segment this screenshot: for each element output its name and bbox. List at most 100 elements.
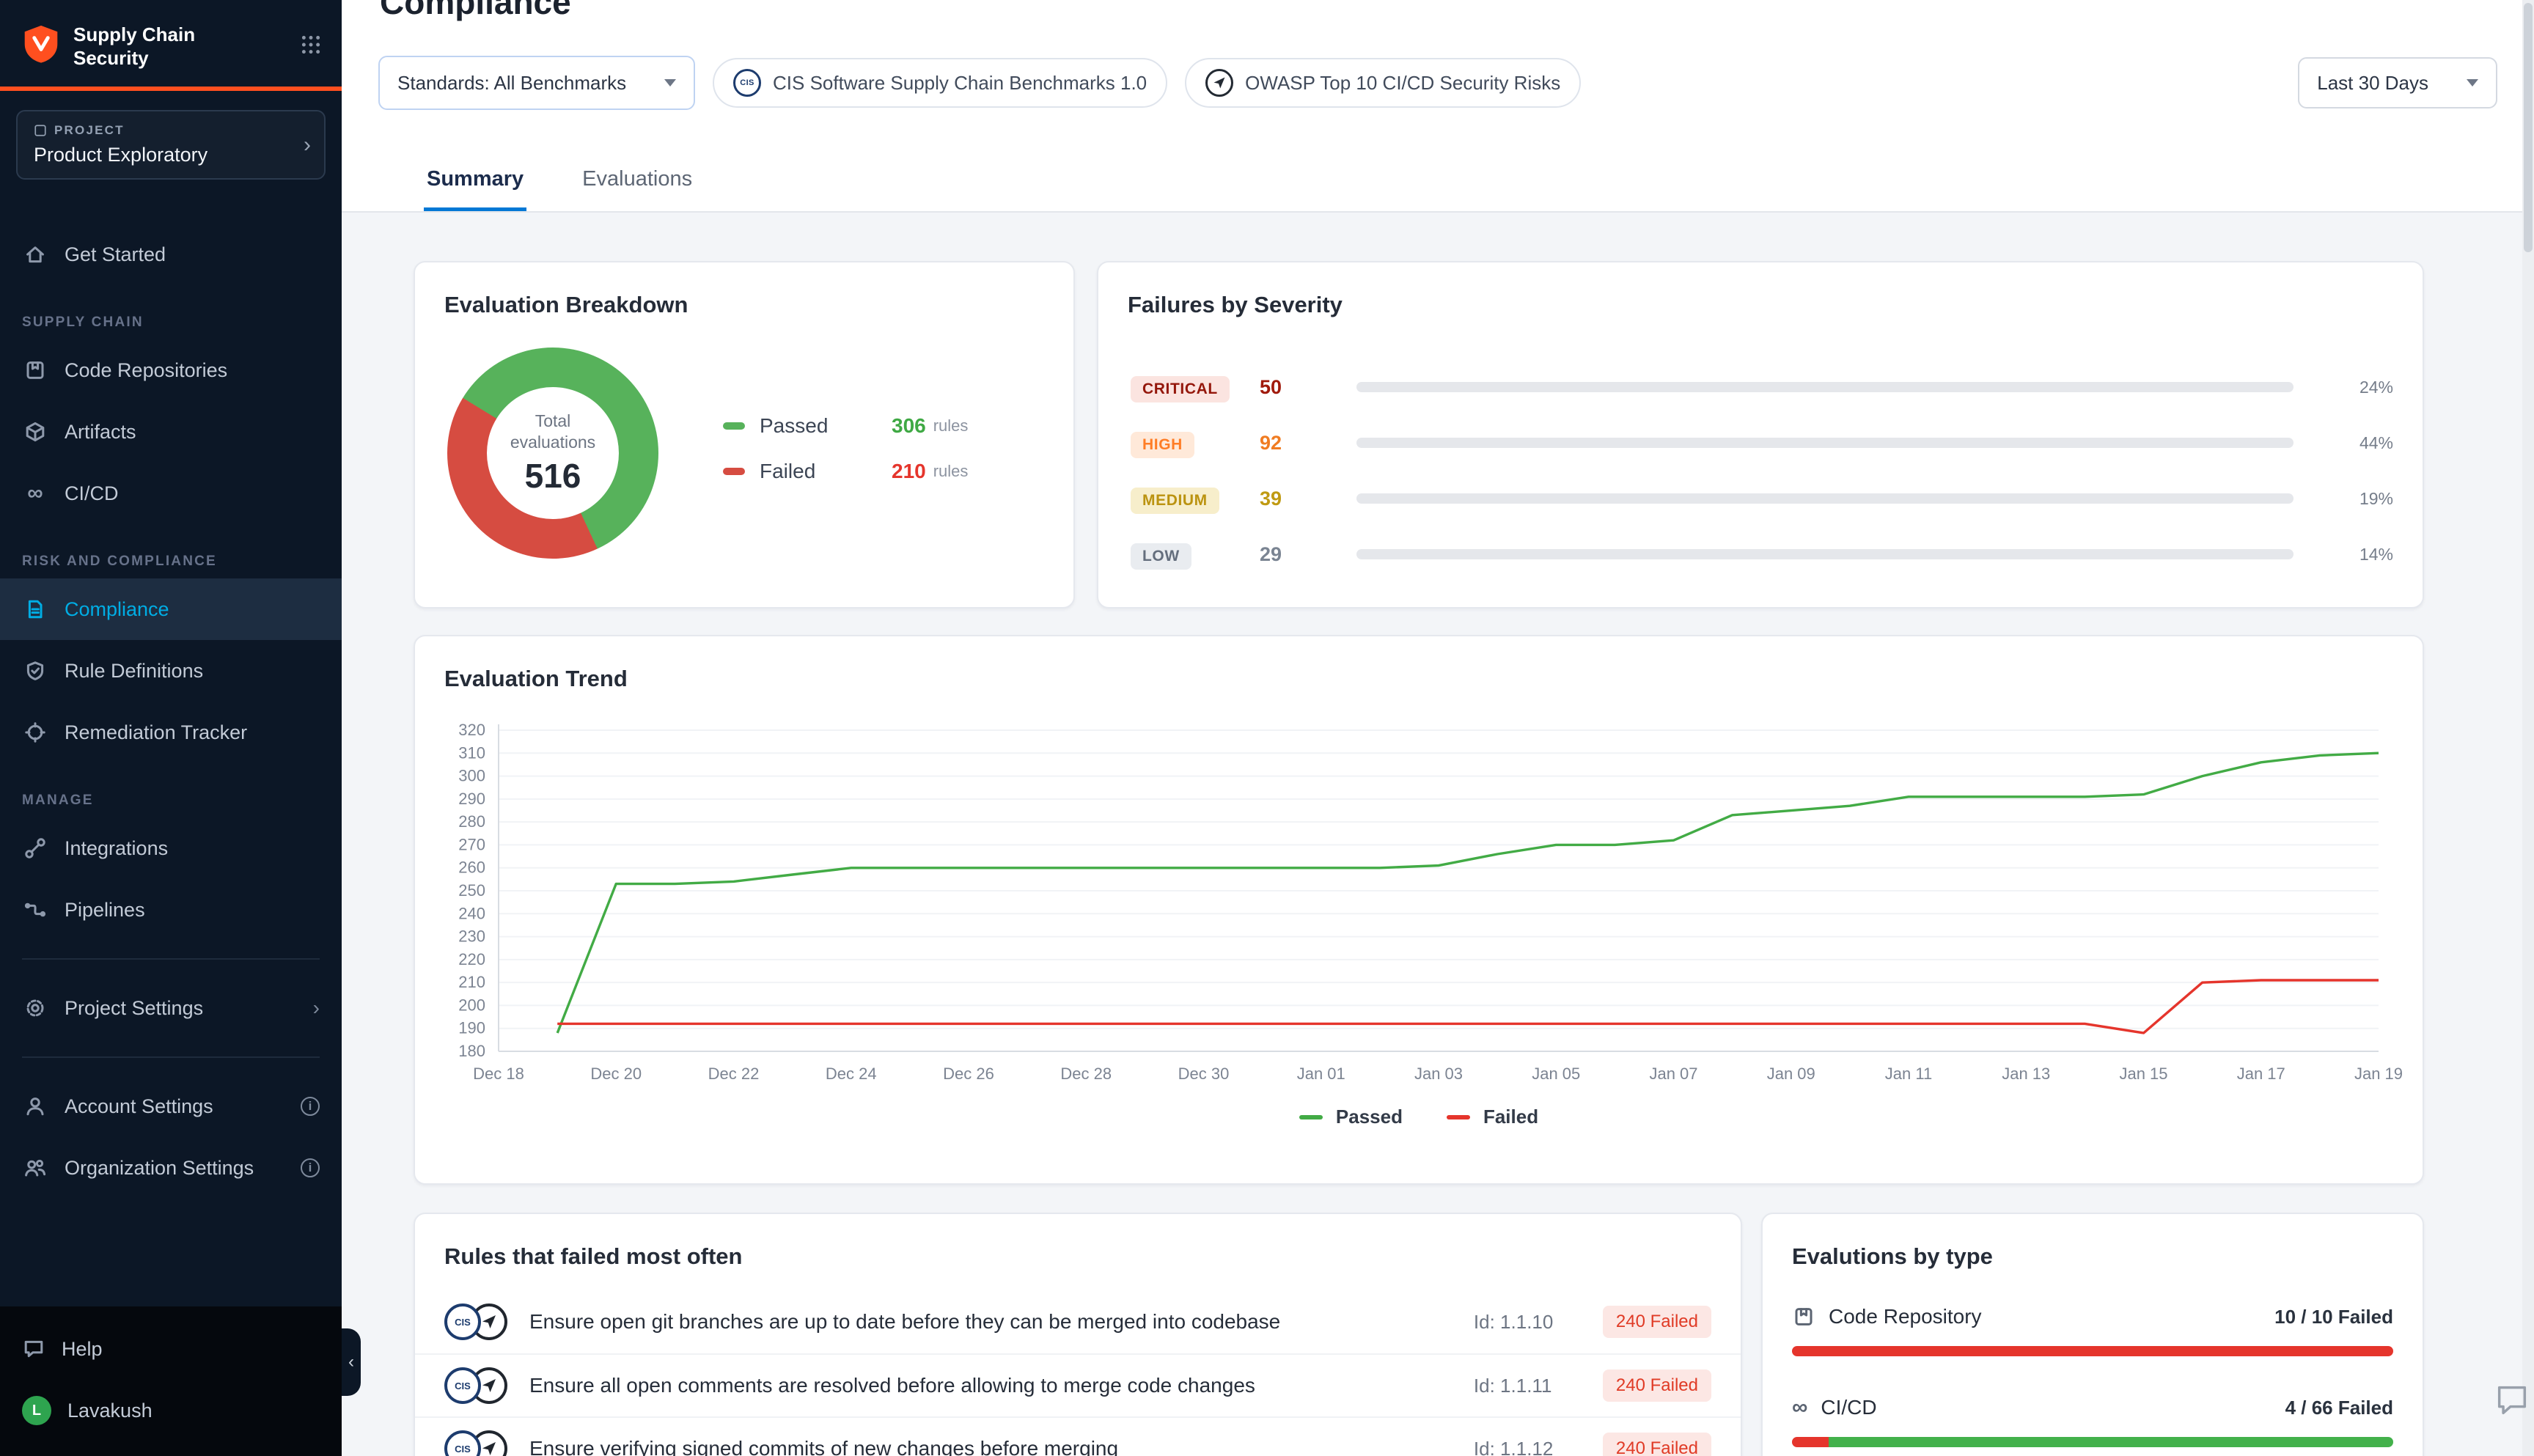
chat-widget-button[interactable] [2493, 1381, 2531, 1425]
info-icon[interactable]: i [301, 1097, 320, 1116]
sidebar: Supply ChainSecurity PROJECT Product Exp… [0, 0, 342, 1456]
benchmark-chip-owasp[interactable]: OWASP Top 10 CI/CD Security Risks [1185, 58, 1581, 108]
svg-text:Dec 22: Dec 22 [708, 1065, 760, 1083]
date-range-dropdown[interactable]: Last 30 Days [2298, 57, 2497, 109]
passed-line-icon [1299, 1115, 1323, 1119]
sidebar-item-organization-settings[interactable]: Organization Settings i [0, 1137, 342, 1199]
project-icon [34, 124, 47, 137]
target-icon [22, 721, 48, 744]
breakdown-legend: Passed 306 rules Failed 210 rules [723, 403, 968, 494]
standards-dropdown[interactable]: Standards: All Benchmarks [378, 56, 695, 110]
page-header: Compliance Standards: All Benchmarks CIS… [342, 0, 2534, 213]
sidebar-item-integrations[interactable]: Integrations [0, 817, 342, 879]
home-icon [22, 243, 48, 266]
severity-row-low: LOW 29 14% [1131, 526, 2393, 582]
user-menu[interactable]: L Lavakush [0, 1386, 342, 1435]
filter-row: Standards: All Benchmarks CIS CIS Softwa… [378, 56, 2497, 110]
chevron-down-icon [664, 79, 676, 87]
card-title: Evaluation Breakdown [444, 292, 688, 318]
rule-row[interactable]: CIS Ensure open git branches are up to d… [415, 1290, 1741, 1353]
svg-text:Jan 11: Jan 11 [1885, 1065, 1932, 1083]
svg-text:180: 180 [458, 1042, 485, 1060]
tab-summary[interactable]: Summary [424, 150, 526, 211]
scrollbar-thumb[interactable] [2524, 3, 2533, 252]
severity-percent: 24% [2332, 378, 2393, 397]
severity-row-critical: CRITICAL 50 24% [1131, 359, 2393, 415]
severity-bar-track [1356, 438, 2294, 448]
rule-id: Id: 1.1.11 [1474, 1375, 1585, 1397]
cis-logo-icon: CIS [444, 1367, 481, 1404]
type-status: 4 / 66 Failed [2285, 1397, 2393, 1419]
card-title: Rules that failed most often [444, 1243, 742, 1270]
chip-label: CIS Software Supply Chain Benchmarks 1.0 [773, 72, 1147, 95]
type-rows: Code Repository 10 / 10 Failed ∞ CI/CD 4… [1792, 1305, 2393, 1456]
chevron-right-icon: › [304, 133, 311, 158]
severity-badge: MEDIUM [1131, 488, 1219, 514]
rule-icons: CIS [444, 1304, 507, 1340]
sidebar-nav: Get Started SUPPLY CHAIN Code Repositori… [0, 224, 342, 1199]
sidebar-item-compliance[interactable]: Compliance [0, 578, 342, 640]
failed-dash-icon [723, 468, 745, 475]
type-progress-bar [1792, 1437, 2393, 1447]
sidebar-item-pipelines[interactable]: Pipelines [0, 879, 342, 941]
benchmark-chip-cis[interactable]: CIS CIS Software Supply Chain Benchmarks… [713, 58, 1167, 108]
sidebar-bottom: Help L Lavakush [0, 1306, 342, 1456]
info-icon[interactable]: i [301, 1158, 320, 1177]
page-title: Compliance [380, 0, 571, 22]
rule-row[interactable]: CIS Ensure all open comments are resolve… [415, 1353, 1741, 1416]
sidebar-item-code-repositories[interactable]: Code Repositories [0, 339, 342, 401]
svg-text:Jan 01: Jan 01 [1297, 1065, 1345, 1083]
page-scrollbar[interactable] [2522, 0, 2534, 1456]
infinity-icon: ∞ [22, 482, 48, 504]
sidebar-item-account-settings[interactable]: Account Settings i [0, 1076, 342, 1137]
svg-text:220: 220 [458, 950, 485, 968]
owasp-logo-icon [1205, 69, 1233, 97]
document-icon [22, 598, 48, 621]
svg-text:Dec 30: Dec 30 [1178, 1065, 1230, 1083]
severity-percent: 44% [2332, 433, 2393, 453]
svg-text:190: 190 [458, 1019, 485, 1037]
rules-failed-card: Rules that failed most often CIS Ensure … [414, 1213, 1742, 1456]
tab-evaluations[interactable]: Evaluations [579, 150, 695, 211]
svg-text:320: 320 [458, 721, 485, 739]
sidebar-item-label: Organization Settings [65, 1157, 254, 1180]
brand: Supply ChainSecurity [0, 0, 342, 87]
sidebar-item-label: CI/CD [65, 482, 119, 505]
sidebar-item-remediation-tracker[interactable]: Remediation Tracker [0, 702, 342, 763]
users-icon [22, 1156, 48, 1180]
severity-count: 29 [1260, 543, 1333, 566]
severity-badge: LOW [1131, 543, 1191, 570]
sidebar-collapse-handle[interactable]: ‹ [342, 1328, 361, 1396]
sidebar-section-risk-and-compliance: RISK AND COMPLIANCE [0, 524, 342, 578]
failed-count: 210 [892, 460, 926, 483]
sidebar-item-cicd[interactable]: ∞ CI/CD [0, 463, 342, 524]
card-title: Failures by Severity [1128, 292, 1343, 318]
app-switcher-grid-icon[interactable] [301, 34, 321, 61]
legend-row-failed: Failed 210 rules [723, 449, 968, 494]
rule-row[interactable]: CIS Ensure verifying signed commits of n… [415, 1416, 1741, 1456]
sidebar-item-project-settings[interactable]: Project Settings › [0, 977, 342, 1039]
integrations-icon [22, 837, 48, 860]
svg-text:240: 240 [458, 904, 485, 922]
project-selector[interactable]: PROJECT Product Exploratory › [16, 110, 326, 180]
sidebar-item-rule-definitions[interactable]: Rule Definitions [0, 640, 342, 702]
svg-text:Dec 20: Dec 20 [590, 1065, 642, 1083]
standards-dropdown-label: Standards: All Benchmarks [397, 72, 626, 95]
rule-id: Id: 1.1.12 [1474, 1438, 1585, 1456]
failed-line-icon [1447, 1115, 1470, 1119]
svg-text:200: 200 [458, 996, 485, 1014]
gear-icon [22, 996, 48, 1020]
sidebar-item-label: Remediation Tracker [65, 721, 247, 744]
failed-count-badge: 240 Failed [1603, 1433, 1711, 1456]
severity-count: 92 [1260, 432, 1333, 455]
sidebar-item-label: Get Started [65, 243, 166, 266]
evaluation-trend-card: Evaluation Trend 18019020021022023024025… [414, 635, 2424, 1185]
sidebar-item-get-started[interactable]: Get Started [0, 224, 342, 285]
sidebar-item-artifacts[interactable]: Artifacts [0, 401, 342, 463]
help-button[interactable]: Help [0, 1324, 342, 1374]
repository-icon [22, 359, 48, 382]
legend-unit: rules [933, 462, 969, 481]
project-name: Product Exploratory [34, 144, 308, 166]
svg-text:300: 300 [458, 767, 485, 785]
shield-check-icon [22, 659, 48, 683]
